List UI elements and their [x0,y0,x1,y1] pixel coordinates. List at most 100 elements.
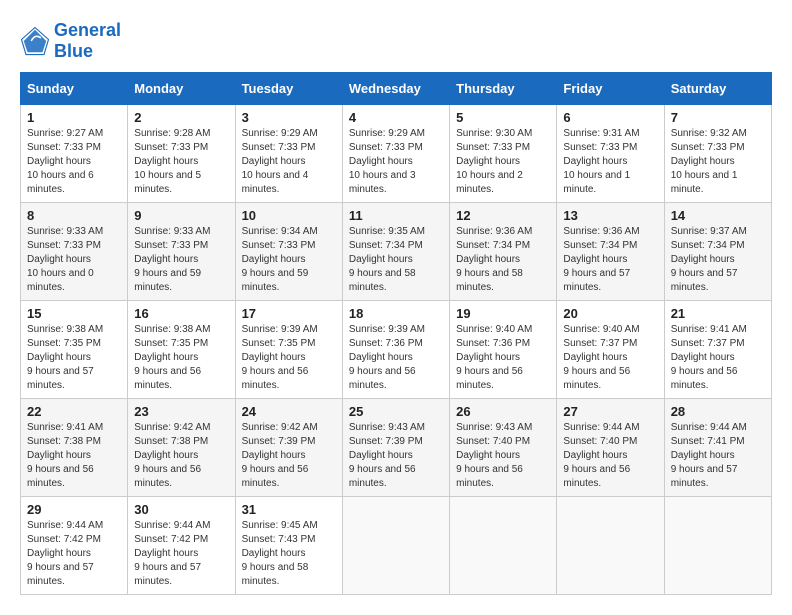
day-info: Sunrise: 9:45 AM Sunset: 7:43 PM Dayligh… [242,519,336,589]
calendar-cell: 10 Sunrise: 9:34 AM Sunset: 7:33 PM Dayl… [235,203,342,301]
day-info: Sunrise: 9:29 AM Sunset: 7:33 PM Dayligh… [242,127,336,197]
calendar-cell: 25 Sunrise: 9:43 AM Sunset: 7:39 PM Dayl… [342,399,449,497]
calendar-cell: 21 Sunrise: 9:41 AM Sunset: 7:37 PM Dayl… [664,301,771,399]
day-header-friday: Friday [557,73,664,105]
day-info: Sunrise: 9:29 AM Sunset: 7:33 PM Dayligh… [349,127,443,197]
calendar-cell: 13 Sunrise: 9:36 AM Sunset: 7:34 PM Dayl… [557,203,664,301]
day-info: Sunrise: 9:43 AM Sunset: 7:40 PM Dayligh… [456,421,550,491]
logo-text: General Blue [54,20,121,62]
day-info: Sunrise: 9:42 AM Sunset: 7:38 PM Dayligh… [134,421,228,491]
day-info: Sunrise: 9:36 AM Sunset: 7:34 PM Dayligh… [563,225,657,295]
day-info: Sunrise: 9:34 AM Sunset: 7:33 PM Dayligh… [242,225,336,295]
day-header-tuesday: Tuesday [235,73,342,105]
calendar-cell: 17 Sunrise: 9:39 AM Sunset: 7:35 PM Dayl… [235,301,342,399]
day-number: 13 [563,208,657,223]
day-number: 20 [563,306,657,321]
day-info: Sunrise: 9:33 AM Sunset: 7:33 PM Dayligh… [134,225,228,295]
calendar-cell: 29 Sunrise: 9:44 AM Sunset: 7:42 PM Dayl… [21,497,128,595]
calendar-cell: 1 Sunrise: 9:27 AM Sunset: 7:33 PM Dayli… [21,105,128,203]
day-number: 30 [134,502,228,517]
logo-icon [20,26,50,56]
day-info: Sunrise: 9:36 AM Sunset: 7:34 PM Dayligh… [456,225,550,295]
day-info: Sunrise: 9:43 AM Sunset: 7:39 PM Dayligh… [349,421,443,491]
day-number: 25 [349,404,443,419]
day-number: 8 [27,208,121,223]
day-number: 14 [671,208,765,223]
day-info: Sunrise: 9:33 AM Sunset: 7:33 PM Dayligh… [27,225,121,295]
day-info: Sunrise: 9:39 AM Sunset: 7:35 PM Dayligh… [242,323,336,393]
day-info: Sunrise: 9:44 AM Sunset: 7:42 PM Dayligh… [134,519,228,589]
calendar-cell: 23 Sunrise: 9:42 AM Sunset: 7:38 PM Dayl… [128,399,235,497]
calendar-cell: 4 Sunrise: 9:29 AM Sunset: 7:33 PM Dayli… [342,105,449,203]
calendar-cell: 6 Sunrise: 9:31 AM Sunset: 7:33 PM Dayli… [557,105,664,203]
day-info: Sunrise: 9:38 AM Sunset: 7:35 PM Dayligh… [134,323,228,393]
day-number: 9 [134,208,228,223]
day-info: Sunrise: 9:28 AM Sunset: 7:33 PM Dayligh… [134,127,228,197]
calendar-cell: 24 Sunrise: 9:42 AM Sunset: 7:39 PM Dayl… [235,399,342,497]
calendar-table: SundayMondayTuesdayWednesdayThursdayFrid… [20,72,772,595]
day-info: Sunrise: 9:41 AM Sunset: 7:37 PM Dayligh… [671,323,765,393]
day-number: 4 [349,110,443,125]
day-info: Sunrise: 9:42 AM Sunset: 7:39 PM Dayligh… [242,421,336,491]
calendar-cell: 5 Sunrise: 9:30 AM Sunset: 7:33 PM Dayli… [450,105,557,203]
day-number: 16 [134,306,228,321]
day-number: 24 [242,404,336,419]
day-number: 1 [27,110,121,125]
day-number: 7 [671,110,765,125]
calendar-cell: 31 Sunrise: 9:45 AM Sunset: 7:43 PM Dayl… [235,497,342,595]
calendar-cell: 30 Sunrise: 9:44 AM Sunset: 7:42 PM Dayl… [128,497,235,595]
day-number: 22 [27,404,121,419]
day-info: Sunrise: 9:30 AM Sunset: 7:33 PM Dayligh… [456,127,550,197]
day-number: 27 [563,404,657,419]
day-header-saturday: Saturday [664,73,771,105]
day-number: 11 [349,208,443,223]
logo: General Blue [20,20,121,62]
day-info: Sunrise: 9:44 AM Sunset: 7:42 PM Dayligh… [27,519,121,589]
day-info: Sunrise: 9:31 AM Sunset: 7:33 PM Dayligh… [563,127,657,197]
calendar-cell [664,497,771,595]
day-number: 28 [671,404,765,419]
calendar-cell: 28 Sunrise: 9:44 AM Sunset: 7:41 PM Dayl… [664,399,771,497]
day-header-wednesday: Wednesday [342,73,449,105]
day-number: 26 [456,404,550,419]
calendar-cell: 9 Sunrise: 9:33 AM Sunset: 7:33 PM Dayli… [128,203,235,301]
calendar-cell [557,497,664,595]
day-info: Sunrise: 9:40 AM Sunset: 7:37 PM Dayligh… [563,323,657,393]
day-number: 23 [134,404,228,419]
day-info: Sunrise: 9:44 AM Sunset: 7:41 PM Dayligh… [671,421,765,491]
calendar-cell: 8 Sunrise: 9:33 AM Sunset: 7:33 PM Dayli… [21,203,128,301]
day-number: 10 [242,208,336,223]
day-number: 17 [242,306,336,321]
calendar-cell: 26 Sunrise: 9:43 AM Sunset: 7:40 PM Dayl… [450,399,557,497]
day-number: 12 [456,208,550,223]
calendar-cell: 15 Sunrise: 9:38 AM Sunset: 7:35 PM Dayl… [21,301,128,399]
day-info: Sunrise: 9:32 AM Sunset: 7:33 PM Dayligh… [671,127,765,197]
calendar-cell: 16 Sunrise: 9:38 AM Sunset: 7:35 PM Dayl… [128,301,235,399]
day-header-thursday: Thursday [450,73,557,105]
calendar-cell: 2 Sunrise: 9:28 AM Sunset: 7:33 PM Dayli… [128,105,235,203]
day-header-monday: Monday [128,73,235,105]
calendar-cell: 27 Sunrise: 9:44 AM Sunset: 7:40 PM Dayl… [557,399,664,497]
calendar-cell: 18 Sunrise: 9:39 AM Sunset: 7:36 PM Dayl… [342,301,449,399]
calendar-cell: 3 Sunrise: 9:29 AM Sunset: 7:33 PM Dayli… [235,105,342,203]
calendar-cell: 12 Sunrise: 9:36 AM Sunset: 7:34 PM Dayl… [450,203,557,301]
day-info: Sunrise: 9:27 AM Sunset: 7:33 PM Dayligh… [27,127,121,197]
day-number: 31 [242,502,336,517]
day-number: 6 [563,110,657,125]
day-number: 21 [671,306,765,321]
calendar-cell: 20 Sunrise: 9:40 AM Sunset: 7:37 PM Dayl… [557,301,664,399]
calendar-cell: 19 Sunrise: 9:40 AM Sunset: 7:36 PM Dayl… [450,301,557,399]
calendar-cell: 22 Sunrise: 9:41 AM Sunset: 7:38 PM Dayl… [21,399,128,497]
day-number: 15 [27,306,121,321]
day-header-sunday: Sunday [21,73,128,105]
day-info: Sunrise: 9:39 AM Sunset: 7:36 PM Dayligh… [349,323,443,393]
day-info: Sunrise: 9:44 AM Sunset: 7:40 PM Dayligh… [563,421,657,491]
day-info: Sunrise: 9:38 AM Sunset: 7:35 PM Dayligh… [27,323,121,393]
day-info: Sunrise: 9:35 AM Sunset: 7:34 PM Dayligh… [349,225,443,295]
day-number: 19 [456,306,550,321]
calendar-cell [450,497,557,595]
calendar-cell [342,497,449,595]
calendar-cell: 14 Sunrise: 9:37 AM Sunset: 7:34 PM Dayl… [664,203,771,301]
day-info: Sunrise: 9:40 AM Sunset: 7:36 PM Dayligh… [456,323,550,393]
calendar-cell: 11 Sunrise: 9:35 AM Sunset: 7:34 PM Dayl… [342,203,449,301]
